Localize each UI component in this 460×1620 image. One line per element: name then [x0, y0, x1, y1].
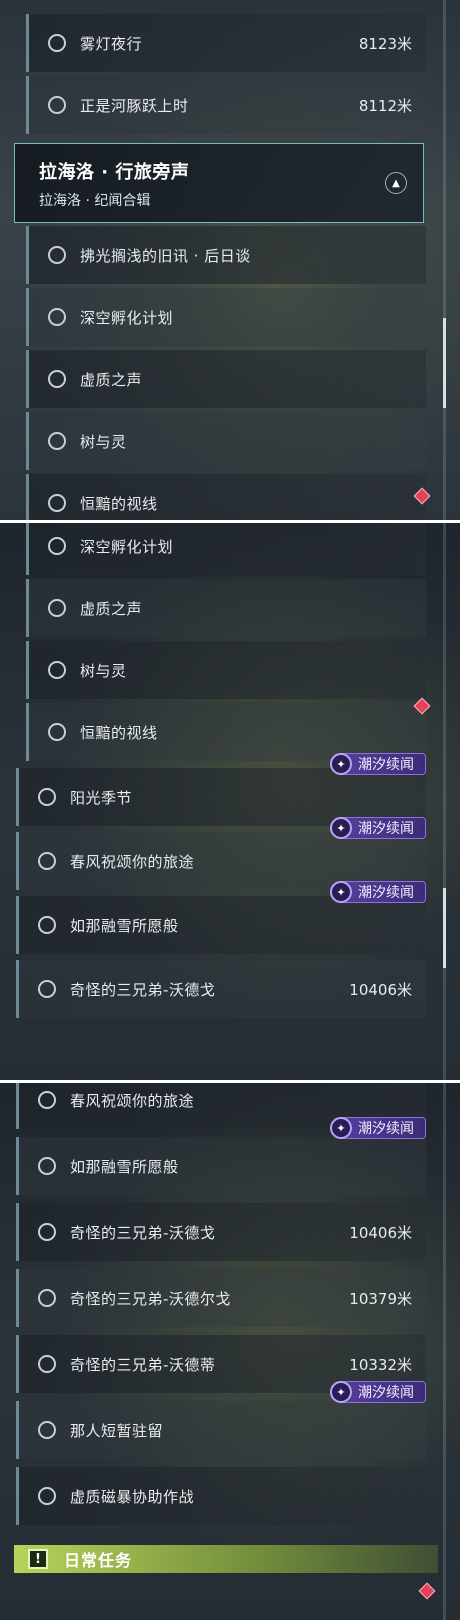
quest-title: 深空孵化计划: [80, 537, 174, 556]
quest-title: 春风祝颂你的旅途: [70, 852, 195, 871]
quest-title: 虚质磁暴协助作战: [70, 1487, 195, 1506]
quest-status-icon: [48, 246, 66, 264]
scrollbar-track[interactable]: [443, 1083, 446, 1620]
quest-title: 虚质之声: [80, 370, 143, 389]
quest-status-icon: [38, 788, 56, 806]
quest-title: 恒黯的视线: [80, 494, 158, 513]
quest-row[interactable]: 奇怪的三兄弟-沃德尔戈 10379米: [16, 1269, 426, 1327]
quest-row[interactable]: 如那融雪所愿般 ✦ 潮汐续闻: [16, 1117, 426, 1195]
quest-status-icon: [48, 96, 66, 114]
quest-status-icon: [38, 1421, 56, 1439]
quest-row[interactable]: 树与灵: [26, 412, 426, 470]
quest-title: 正是河豚跃上时: [80, 96, 189, 115]
quest-title: 那人短暂驻留: [70, 1421, 164, 1440]
quest-title: 如那融雪所愿般: [70, 1157, 179, 1176]
quest-title: 阳光季节: [70, 788, 133, 807]
daily-quests-label: 日常任务: [64, 1551, 133, 1570]
quest-title: 奇怪的三兄弟-沃德戈: [70, 1223, 216, 1242]
event-badge: ✦ 潮汐续闻: [330, 881, 426, 903]
quest-row[interactable]: 深空孵化计划: [26, 288, 426, 346]
quest-distance: 10406米: [349, 1223, 412, 1242]
quest-title: 奇怪的三兄弟-沃德尔戈: [70, 1289, 231, 1308]
quest-title: 奇怪的三兄弟-沃德蒂: [70, 1355, 216, 1374]
tide-event-icon: ✦: [330, 1381, 352, 1403]
quest-row[interactable]: 奇怪的三兄弟-沃德戈 10406米: [16, 1203, 426, 1261]
quest-status-icon: [38, 916, 56, 934]
quest-row[interactable]: 拂光搁浅的旧讯 · 后日谈: [26, 226, 426, 284]
tide-event-icon: ✦: [330, 881, 352, 903]
quest-status-icon: [48, 537, 66, 555]
quest-distance: 10332米: [349, 1355, 412, 1374]
tide-event-icon: ✦: [330, 1117, 352, 1139]
event-badge: ✦ 潮汐续闻: [330, 817, 426, 839]
scrollbar-thumb[interactable]: [443, 318, 446, 408]
daily-quests-header[interactable]: ! 日常任务: [14, 1545, 438, 1573]
scrollbar-track[interactable]: [443, 0, 446, 520]
badge-label: 潮汐续闻: [358, 821, 414, 837]
quest-distance: 8123米: [358, 34, 412, 53]
badge-label: 潮汐续闻: [358, 757, 414, 773]
quest-row[interactable]: 树与灵: [26, 641, 426, 699]
quest-status-icon: [48, 308, 66, 326]
section-header[interactable]: 拉海洛 · 行旅旁声 拉海洛 · 纪闻合辑 ▲: [14, 143, 424, 223]
quest-row[interactable]: 虚质之声: [26, 350, 426, 408]
quest-title: 恒黯的视线: [80, 723, 158, 742]
quest-title: 树与灵: [80, 432, 127, 451]
quest-status-icon: [48, 370, 66, 388]
quest-status-icon: [48, 494, 66, 512]
quest-list-panel-2: 深空孵化计划 虚质之声 树与灵 恒黯的视线 阳光季节 ✦ 潮汐续闻 春风祝颂你的…: [0, 523, 460, 1080]
quest-list-panel-1: 雾灯夜行 8123米 正是河豚跃上时 8112米 拉海洛 · 行旅旁声 拉海洛 …: [0, 0, 460, 520]
quest-row[interactable]: 恒黯的视线: [26, 474, 426, 520]
tide-event-icon: ✦: [330, 817, 352, 839]
quest-status-icon: [48, 599, 66, 617]
quest-status-icon: [48, 432, 66, 450]
quest-status-icon: [38, 1487, 56, 1505]
section-subtitle: 拉海洛 · 纪闻合辑: [39, 193, 151, 209]
event-badge: ✦ 潮汐续闻: [330, 753, 426, 775]
quest-row[interactable]: 奇怪的三兄弟-沃德戈 10406米: [16, 960, 426, 1018]
quest-row[interactable]: 正是河豚跃上时 8112米: [26, 76, 426, 134]
quest-distance: 10406米: [349, 980, 412, 999]
quest-title: 奇怪的三兄弟-沃德戈: [70, 980, 216, 999]
quest-title: 雾灯夜行: [80, 34, 143, 53]
quest-row[interactable]: 虚质磁暴协助作战: [16, 1467, 426, 1525]
scrollbar-thumb[interactable]: [443, 888, 446, 968]
quest-title: 树与灵: [80, 661, 127, 680]
quest-list-panel-3: 春风祝颂你的旅途 如那融雪所愿般 ✦ 潮汐续闻 奇怪的三兄弟-沃德戈 10406…: [0, 1083, 460, 1620]
event-badge: ✦ 潮汐续闻: [330, 1381, 426, 1403]
quest-row[interactable]: 雾灯夜行 8123米: [26, 14, 426, 72]
quest-status-icon: [38, 1289, 56, 1307]
event-badge: ✦ 潮汐续闻: [330, 1117, 426, 1139]
quest-row[interactable]: 如那融雪所愿般 ✦ 潮汐续闻: [16, 881, 426, 954]
quest-title: 拂光搁浅的旧讯 · 后日谈: [80, 246, 251, 265]
quest-status-icon: [38, 1223, 56, 1241]
quest-title: 虚质之声: [80, 599, 143, 618]
quest-title: 深空孵化计划: [80, 308, 174, 327]
quest-status-icon: [38, 852, 56, 870]
scrollbar-track[interactable]: [443, 523, 446, 1080]
quest-row[interactable]: 那人短暂驻留 ✦ 潮汐续闻: [16, 1381, 426, 1459]
quest-status-icon: [38, 1157, 56, 1175]
quest-status-icon: [48, 34, 66, 52]
badge-label: 潮汐续闻: [358, 1385, 414, 1401]
tide-event-icon: ✦: [330, 753, 352, 775]
quest-distance: 10379米: [349, 1289, 412, 1308]
quest-status-icon: [48, 723, 66, 741]
section-title: 拉海洛 · 行旅旁声: [39, 162, 190, 183]
quest-status-icon: [38, 1091, 56, 1109]
quest-title: 如那融雪所愿般: [70, 916, 179, 935]
quest-status-icon: [48, 661, 66, 679]
alert-icon: !: [28, 1549, 48, 1569]
quest-status-icon: [38, 1355, 56, 1373]
collapse-icon[interactable]: ▲: [385, 172, 407, 194]
badge-label: 潮汐续闻: [358, 885, 414, 901]
quest-distance: 8112米: [358, 96, 412, 115]
quest-row[interactable]: 深空孵化计划: [26, 523, 426, 575]
quest-title: 春风祝颂你的旅途: [70, 1091, 195, 1110]
quest-row[interactable]: 虚质之声: [26, 579, 426, 637]
quest-status-icon: [38, 980, 56, 998]
badge-label: 潮汐续闻: [358, 1121, 414, 1137]
